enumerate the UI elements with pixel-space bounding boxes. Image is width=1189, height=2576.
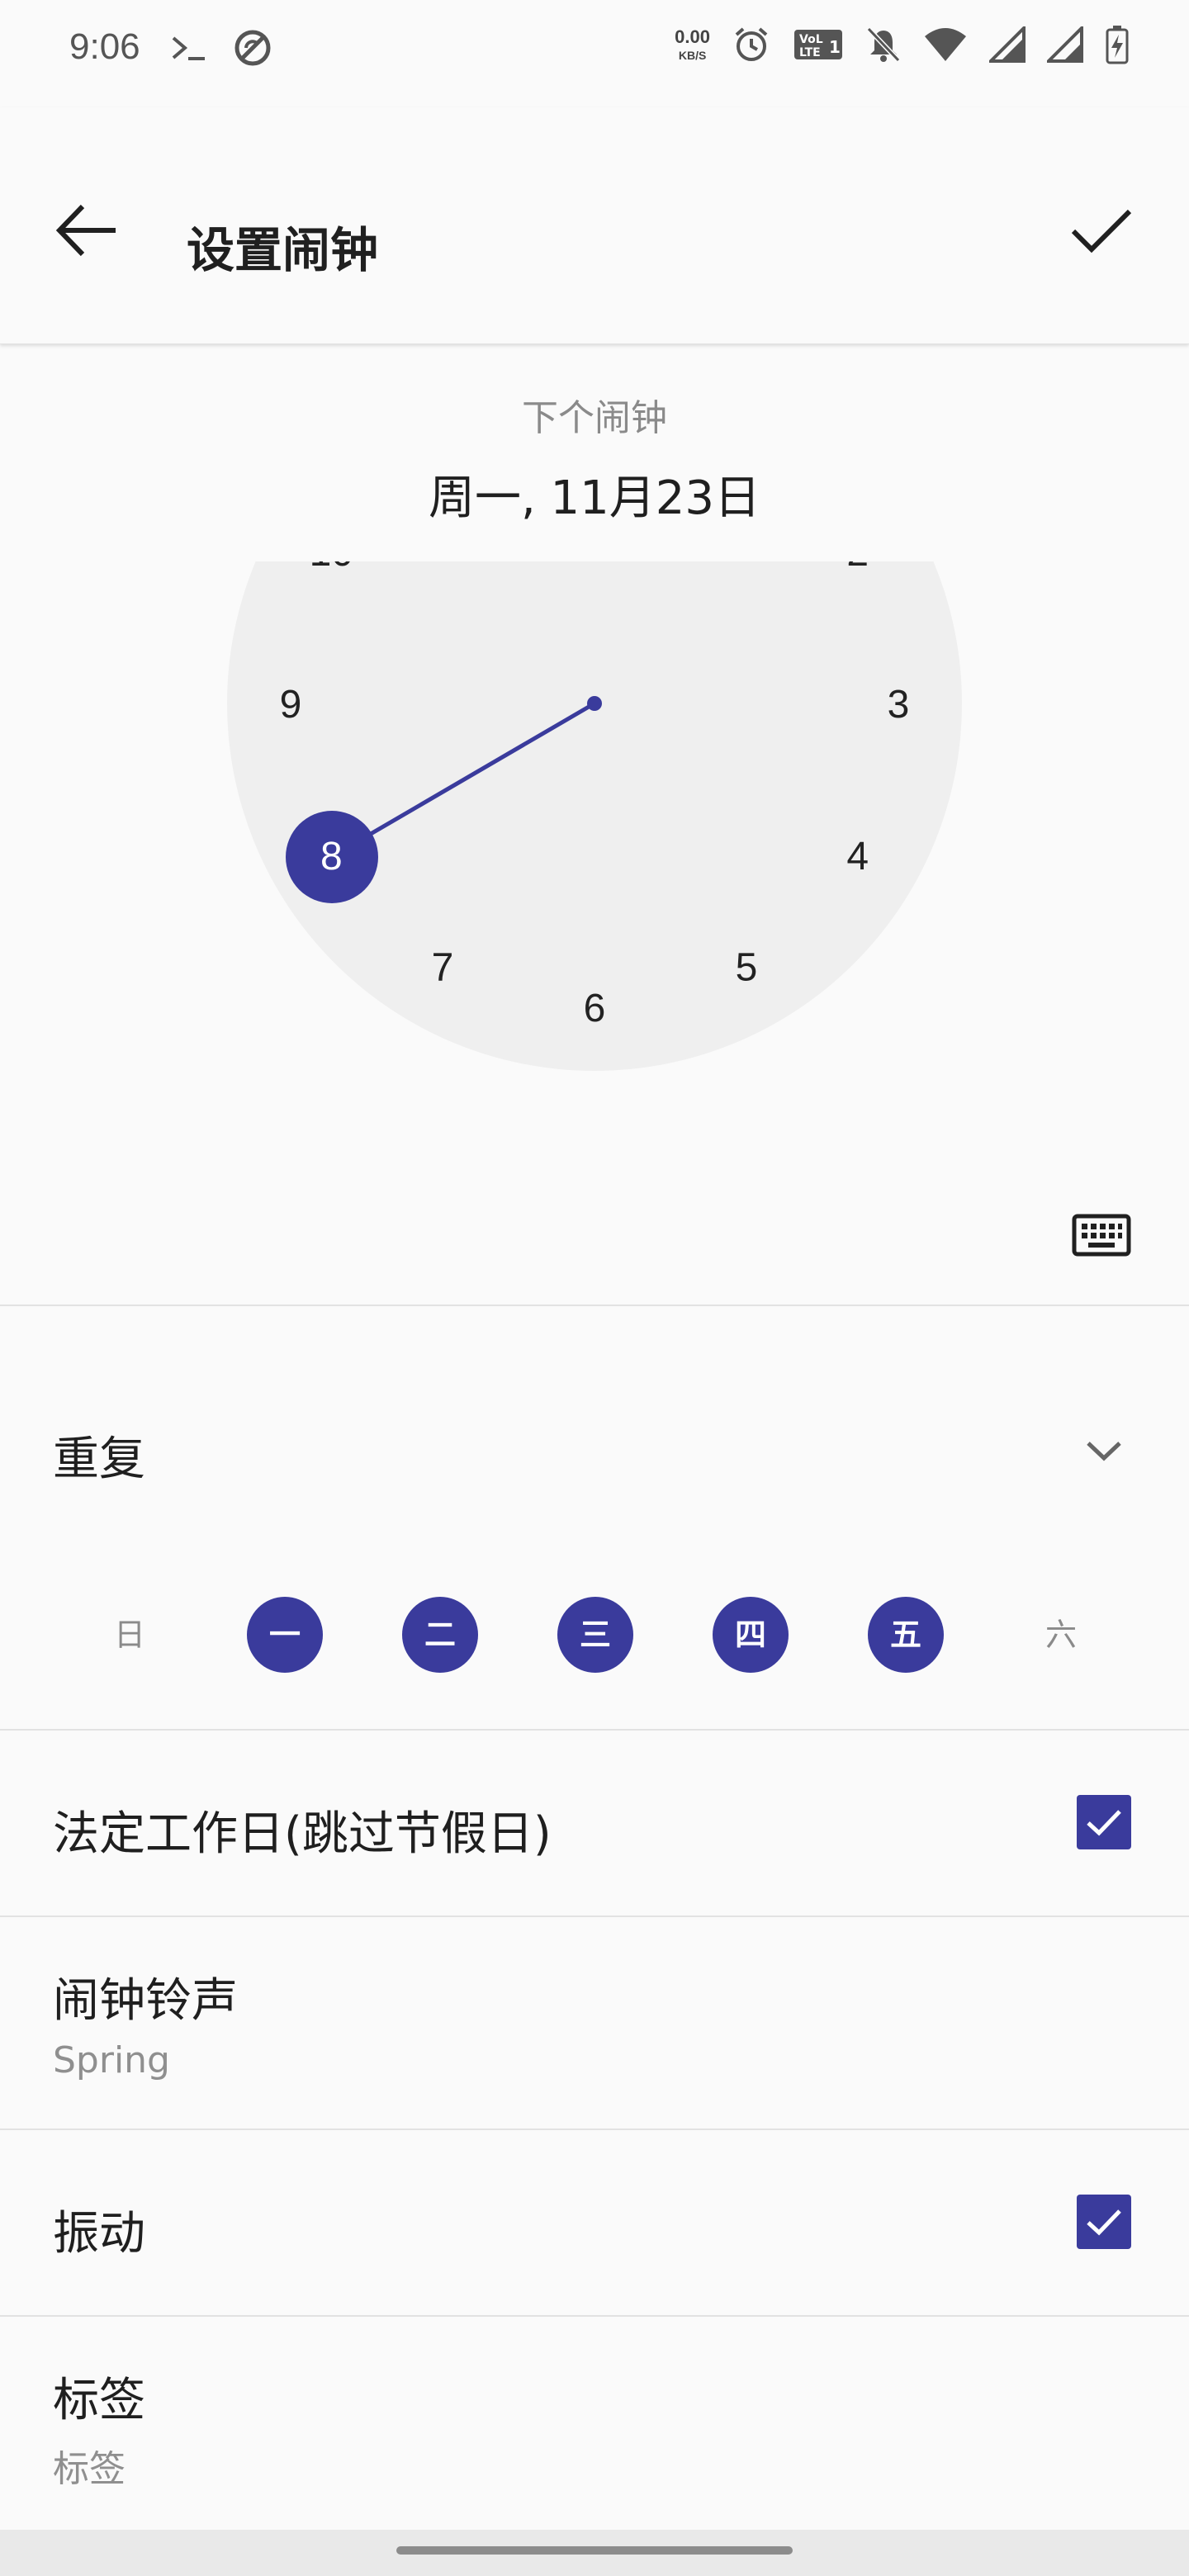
svg-text:VoL: VoL [799,33,823,46]
next-alarm-label: 下个闹钟 [522,397,667,439]
day-thursday[interactable]: 四 [713,1597,789,1673]
workday-checkbox[interactable] [1077,1795,1131,1849]
weekday-selector: 日 一 二 三 四 五 六 [0,1597,1189,1676]
clock-number-8[interactable]: 8 [320,835,343,878]
home-gesture-handle[interactable] [396,2546,793,2555]
clock-number-7[interactable]: 7 [432,946,454,990]
clock-dial[interactable]: 2 3 4 5 6 7 8 9 10 [198,561,991,1090]
alarm-clock-icon [732,25,771,68]
terminal-icon [170,33,208,66]
day-sunday[interactable]: 日 [92,1597,168,1673]
svg-text:1: 1 [829,37,841,57]
clock-number-4[interactable]: 4 [846,835,869,878]
clock-number-2[interactable]: 2 [846,561,869,575]
next-alarm-date: 周一, 11月23日 [428,471,761,525]
day-saturday[interactable]: 六 [1023,1597,1099,1673]
day-friday[interactable]: 五 [868,1597,944,1673]
wifi-icon [923,26,968,66]
day-tuesday[interactable]: 二 [402,1597,478,1673]
clock-number-5[interactable]: 5 [736,946,758,990]
tag-value: 标签 [53,2448,126,2490]
status-time: 9:06 [69,26,140,67]
vibrate-label: 振动 [53,2207,145,2261]
network-speed-value: 0.00 [675,26,710,47]
day-monday[interactable]: 一 [247,1597,323,1673]
divider [0,1305,1189,1306]
workday-label: 法定工作日(跳过节假日) [53,1807,552,1861]
network-speed: 0.00 KB/S [675,28,710,64]
check-icon [1087,1810,1121,1836]
svg-text:LTE: LTE [799,46,821,59]
check-icon [1087,2209,1121,2236]
day-wednesday[interactable]: 三 [557,1597,633,1673]
chevron-down-icon [1087,1442,1121,1461]
status-bar: 9:06 0.00 KB/S VoL LTE 1 [0,0,1189,107]
divider [0,1915,1189,1917]
battery-charging-icon [1105,25,1130,68]
signal-icon [987,24,1026,66]
ringtone-label: 闹钟铃声 [53,1974,238,2028]
app-bar: 设置闹钟 [0,107,1189,344]
keyboard-toggle-button[interactable] [1072,1214,1131,1257]
status-right-icons: 0.00 KB/S VoL LTE 1 [675,24,1130,68]
check-icon [1071,209,1132,253]
divider [0,2315,1189,2317]
keyboard-icon [1072,1214,1131,1257]
status-left-icons [170,28,272,71]
tag-label: 标签 [53,2374,145,2427]
repeat-label: 重复 [53,1432,145,1486]
back-button[interactable] [50,193,124,268]
repeat-expand-button[interactable] [1085,1438,1123,1463]
network-speed-unit: KB/S [678,49,707,62]
clock-number-9[interactable]: 9 [280,683,302,727]
sync-disabled-icon [233,28,272,71]
back-arrow-icon [55,204,116,257]
clock-number-3[interactable]: 3 [888,683,910,727]
volte-icon: VoL LTE 1 [793,26,844,66]
vibrate-checkbox[interactable] [1077,2195,1131,2249]
save-button[interactable] [1063,193,1138,268]
mute-bell-icon [865,26,902,67]
page-title: 设置闹钟 [187,222,379,278]
signal-2-icon [1045,24,1083,66]
clock-center [587,696,602,711]
clock-number-10[interactable]: 10 [310,561,353,575]
divider [0,1729,1189,1731]
ringtone-value: Spring [53,2039,170,2081]
divider [0,2129,1189,2130]
clock-number-6[interactable]: 6 [584,987,606,1030]
